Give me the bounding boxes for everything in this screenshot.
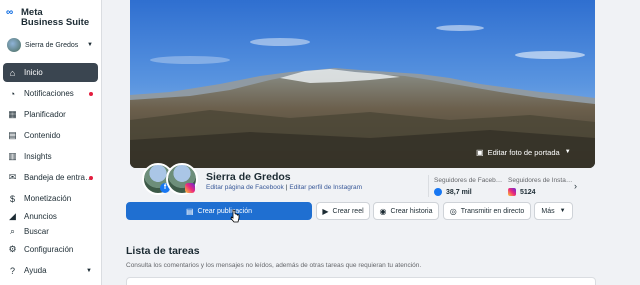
- sidebar-item-notificaciones[interactable]: ◔ Notificaciones: [3, 84, 98, 103]
- camera-icon: ▣: [476, 147, 484, 157]
- live-icon: ◎: [449, 206, 457, 216]
- instagram-icon: [185, 183, 195, 193]
- megaphone-icon: ◢: [9, 211, 16, 221]
- page-avatar: [7, 38, 21, 52]
- meta-logo-icon: ∞: [6, 7, 14, 18]
- tasks-heading: Lista de tareas: [126, 245, 200, 257]
- sidebar-item-label: Buscar: [24, 226, 49, 236]
- sidebar-item-ayuda[interactable]: ? Ayuda ▼: [3, 261, 98, 280]
- sidebar-item-contenido[interactable]: ▤ Contenido: [3, 126, 98, 145]
- caret-down-icon: ▼: [86, 267, 92, 274]
- tasks-card: [126, 277, 596, 285]
- create-post-button[interactable]: ▤ Crear publicación: [126, 202, 312, 220]
- bell-icon: ◔: [9, 88, 16, 99]
- sidebar-item-label: Configuración: [24, 245, 74, 254]
- help-icon: ?: [9, 265, 15, 276]
- notification-dot: [89, 92, 93, 96]
- sidebar-nav: ⌂ Inicio ◔ Notificaciones ▦ Planificador…: [3, 63, 98, 282]
- brand-line-2: Business Suite: [21, 17, 90, 28]
- post-icon: ▤: [185, 206, 194, 216]
- divider: [428, 175, 429, 197]
- edit-cover-label: Editar foto de portada: [487, 147, 560, 157]
- sidebar-item-label: Inicio: [24, 68, 43, 77]
- meta-logo[interactable]: ∞ Meta Business Suite: [6, 8, 89, 28]
- sidebar-item-label: Ayuda: [24, 266, 47, 275]
- page-selector-name: Sierra de Gredos: [25, 41, 79, 49]
- more-button[interactable]: Más ▼: [534, 202, 573, 220]
- search-icon: ⌕: [9, 225, 16, 236]
- stat-value: 5124: [520, 188, 536, 196]
- cover-image: [130, 0, 595, 168]
- create-story-label: Crear historia: [390, 207, 433, 215]
- create-post-label: Crear publicación: [197, 207, 253, 215]
- inbox-icon: ✉: [8, 172, 17, 182]
- chart-icon: ▥: [8, 151, 17, 161]
- profile-header: f Sierra de Gredos Editar página de Face…: [130, 163, 595, 201]
- instagram-icon: [508, 188, 516, 196]
- stat-value: 38,7 mil: [446, 188, 472, 196]
- sidebar-item-anuncios[interactable]: ◢ Anuncios: [3, 210, 98, 223]
- gear-icon: ⚙: [8, 244, 17, 254]
- sidebar-item-bandeja[interactable]: ✉ Bandeja de entra…: [3, 168, 98, 187]
- create-reel-button[interactable]: ▶ Crear reel: [316, 202, 370, 220]
- sidebar-item-insights[interactable]: ▥ Insights: [3, 147, 98, 166]
- go-live-label: Transmitir en directo: [460, 207, 525, 215]
- caret-down-icon: ▼: [559, 208, 566, 214]
- sidebar-item-label: Notificaciones: [24, 89, 74, 98]
- edit-facebook-link[interactable]: Editar página de Facebook: [206, 184, 284, 191]
- cover-photo: [130, 0, 595, 168]
- dollar-icon: $: [9, 193, 15, 204]
- calendar-icon: ▦: [8, 109, 17, 119]
- stat-label: Seguidores de Faceb…: [434, 177, 503, 184]
- notification-dot: [89, 176, 93, 180]
- content-icon: ▤: [8, 130, 17, 140]
- story-icon: ◉: [379, 206, 387, 216]
- create-reel-label: Crear reel: [332, 207, 364, 215]
- sidebar-item-configuracion[interactable]: ⚙ Configuración: [3, 240, 98, 259]
- create-story-button[interactable]: ◉ Crear historia: [373, 202, 439, 220]
- facebook-icon: [434, 188, 442, 196]
- stat-label: Seguidores de Insta…: [508, 177, 573, 184]
- sidebar-item-label: Planificador: [24, 110, 66, 119]
- more-label: Más: [541, 207, 555, 215]
- sidebar-item-label: Contenido: [24, 131, 61, 140]
- action-bar: ▤ Crear publicación ▶ Crear reel ◉ Crear…: [126, 202, 586, 220]
- facebook-followers-stat[interactable]: Seguidores de Faceb… 38,7 mil: [434, 177, 504, 196]
- link-separator: |: [285, 184, 288, 191]
- tasks-description: Consulta los comentarios y los mensajes …: [126, 262, 422, 269]
- page-title: Sierra de Gredos: [206, 171, 291, 183]
- instagram-followers-stat[interactable]: Seguidores de Insta… 5124: [508, 177, 578, 196]
- sidebar-item-label: Anuncios: [24, 212, 57, 221]
- chevron-right-icon[interactable]: ›: [574, 181, 577, 191]
- sidebar-item-label: Monetización: [24, 194, 72, 203]
- sidebar-item-buscar[interactable]: ⌕ Buscar: [3, 224, 98, 238]
- sidebar-item-label: Insights: [24, 152, 52, 161]
- sidebar-item-monetizacion[interactable]: $ Monetización: [3, 189, 98, 208]
- home-icon: ⌂: [9, 67, 16, 78]
- sidebar-item-planificador[interactable]: ▦ Planificador: [3, 105, 98, 124]
- sidebar: ∞ Meta Business Suite Sierra de Gredos ▼…: [0, 0, 102, 285]
- page-selector[interactable]: Sierra de Gredos ▼: [4, 36, 98, 54]
- edit-cover-button[interactable]: ▣ Editar foto de portada ▼: [476, 145, 571, 159]
- sidebar-item-label: Bandeja de entra…: [24, 173, 93, 182]
- sidebar-item-inicio[interactable]: ⌂ Inicio: [3, 63, 98, 82]
- caret-down-icon: ▼: [87, 42, 93, 48]
- mouse-cursor-icon: [230, 209, 240, 223]
- caret-down-icon: ▼: [564, 149, 571, 155]
- edit-instagram-link[interactable]: Editar perfil de Instagram: [289, 184, 362, 191]
- reel-icon: ▶: [322, 206, 329, 216]
- go-live-button[interactable]: ◎ Transmitir en directo: [443, 202, 531, 220]
